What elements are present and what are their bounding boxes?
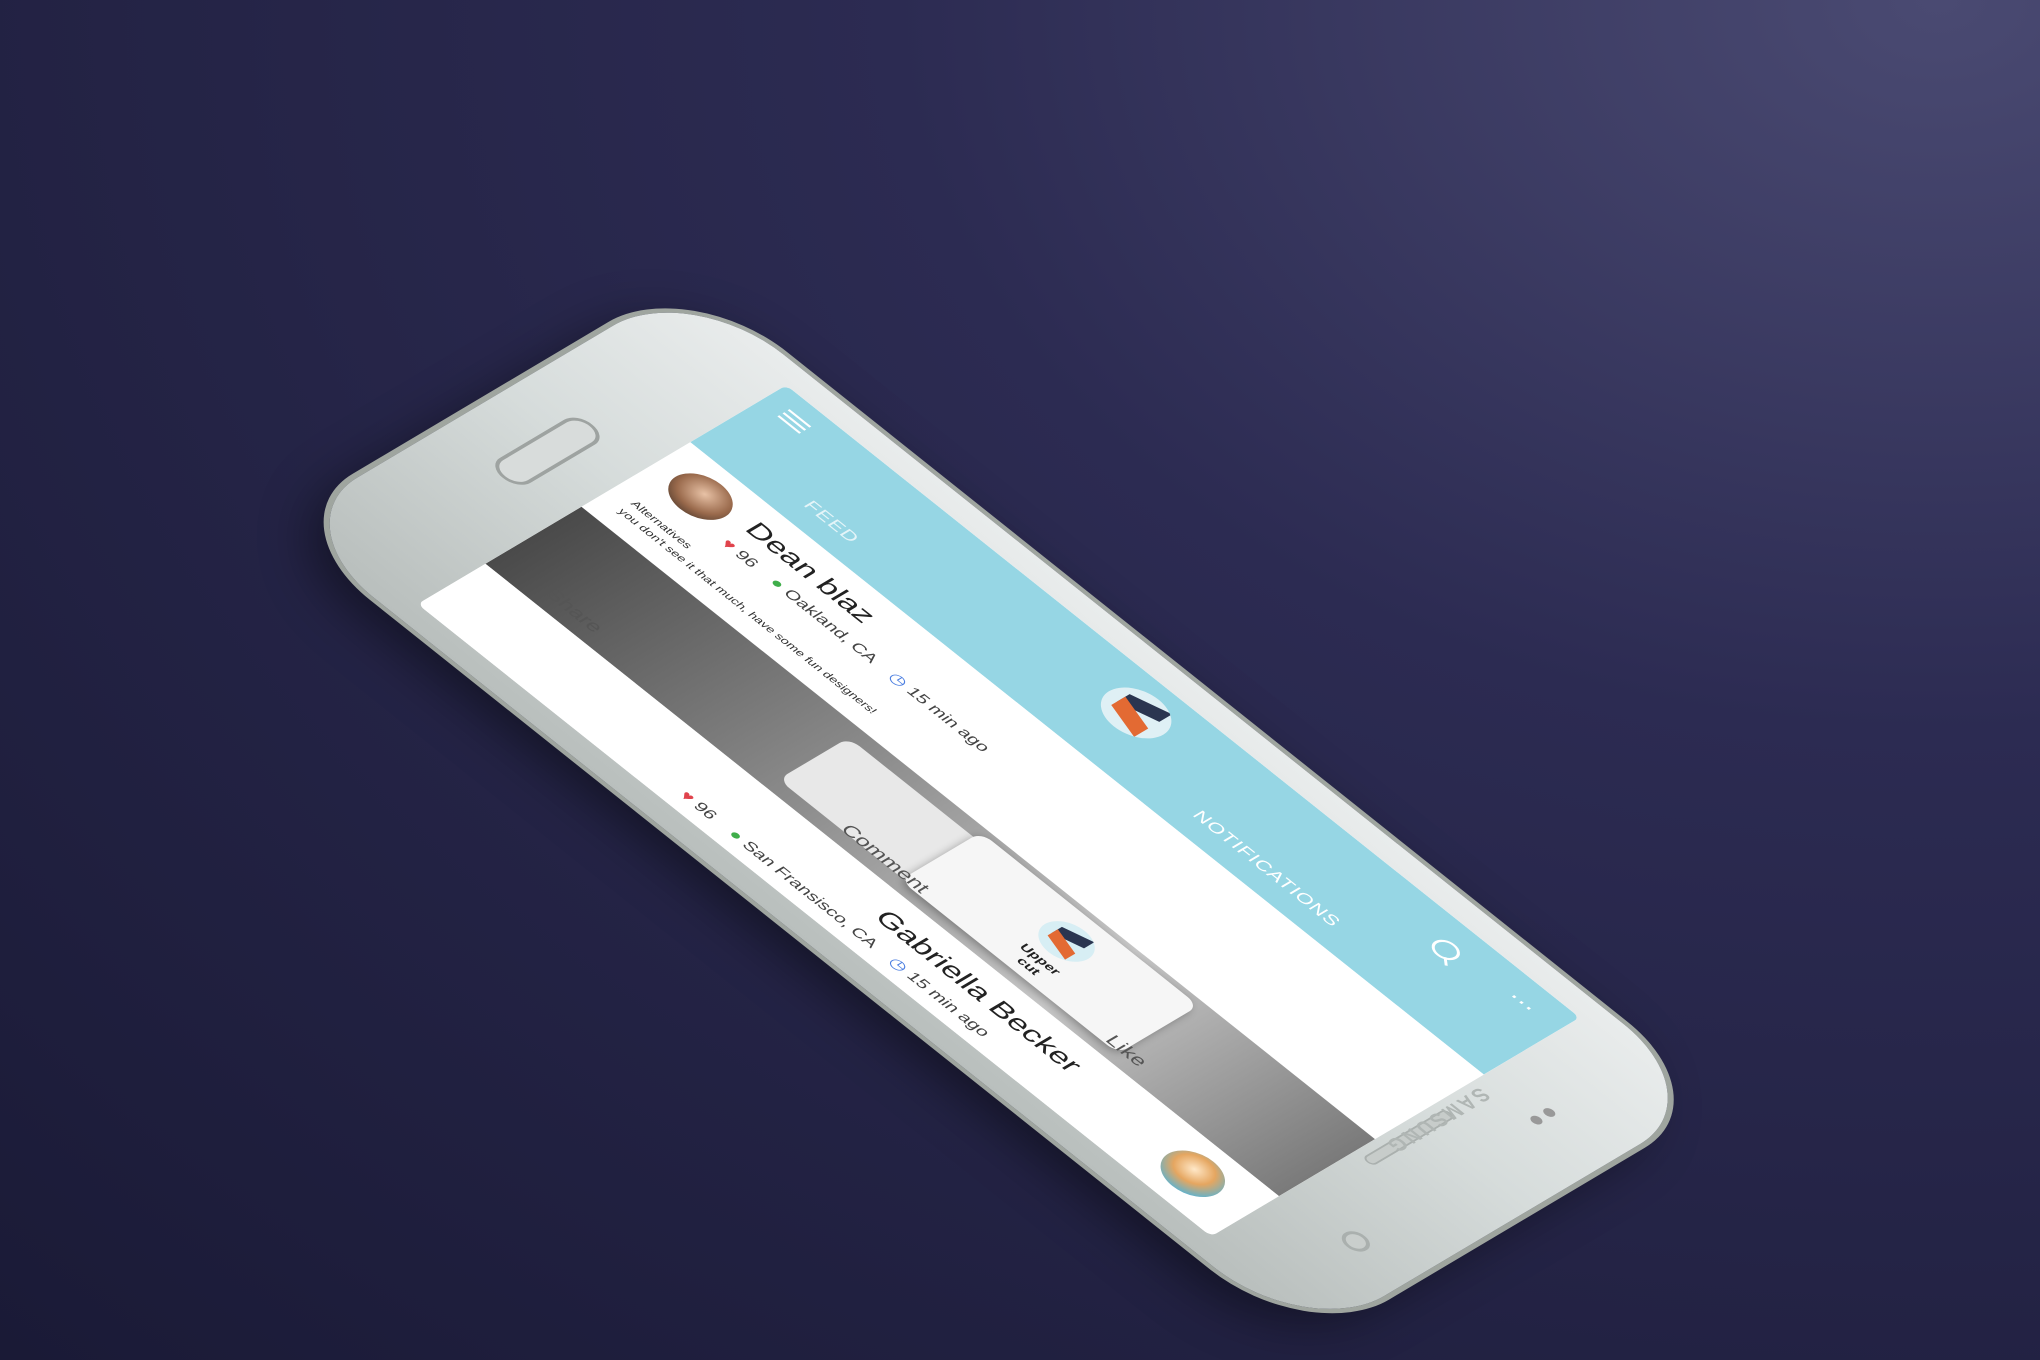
more-options-icon[interactable]: ⋯ xyxy=(1501,988,1543,1017)
location-pin-icon: ● xyxy=(765,575,789,592)
heart-icon: ♥ xyxy=(716,536,741,553)
clock-icon: ◷ xyxy=(884,955,912,975)
like-count: 96 xyxy=(730,548,763,571)
phone-screen: FEED NOTIFICATIONS ⋯ Dean blaz ♥96 ●Oakl… xyxy=(417,385,1580,1237)
search-icon[interactable] xyxy=(1425,935,1466,964)
heart-icon: ♥ xyxy=(675,788,699,805)
hamburger-menu-icon[interactable] xyxy=(777,409,812,434)
phone: SAMSUNG FEED NOTIFICATIONS ⋯ Dean blaz ♥… xyxy=(280,280,1717,1342)
post-time: 15 min ago xyxy=(902,684,994,755)
clock-icon: ◷ xyxy=(884,670,912,690)
location-pin-icon: ● xyxy=(724,827,748,844)
like-count: 96 xyxy=(689,799,721,822)
scene: SAMSUNG FEED NOTIFICATIONS ⋯ Dean blaz ♥… xyxy=(0,0,2040,1360)
